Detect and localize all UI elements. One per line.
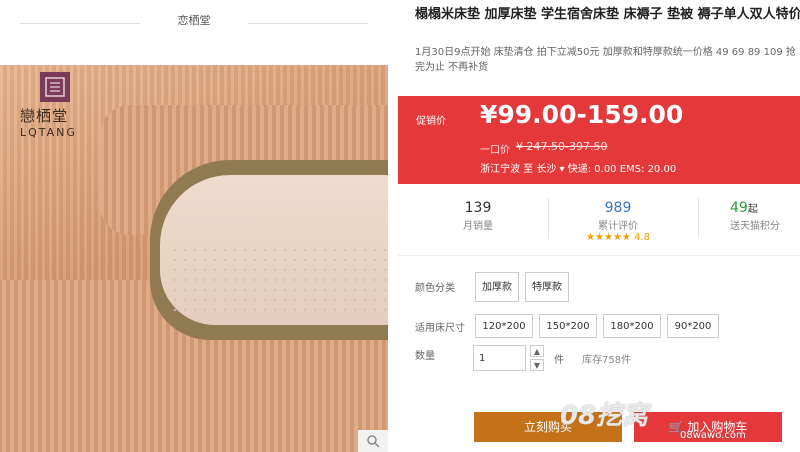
- tmall-points: 49起 送天猫积分: [708, 200, 800, 232]
- product-subtitle: 1月30日9点开始 床垫清仓 拍下立减50元 加厚款和特厚款统一价格 49 69…: [415, 47, 796, 73]
- product-gallery: 恋栖堂 戀栖堂 LQTANG: [0, 0, 388, 452]
- size-option-150[interactable]: 150*200: [539, 314, 597, 338]
- price-panel: 促销价 ¥99.00-159.00 一口价 ¥ 247.50-397.50 浙江…: [398, 96, 800, 184]
- reviews[interactable]: 989 累计评价 ★★★★★ 4.8: [558, 200, 678, 243]
- quantity-down-icon[interactable]: ▼: [530, 359, 544, 371]
- points-value: 49: [730, 200, 748, 216]
- product-title: 榻榻米床垫 加厚床垫 学生宿舍床垫 床褥子 垫被 褥子单人双人特价: [415, 7, 800, 22]
- quantity-unit: 件: [554, 355, 564, 366]
- monthly-sales-value: 139: [464, 200, 492, 216]
- points-label: 送天猫积分: [730, 221, 780, 232]
- product-detail: 榻榻米床垫 加厚床垫 学生宿舍床垫 床褥子 垫被 褥子单人双人特价 1月30日9…: [398, 0, 800, 452]
- dotted-pattern: [170, 245, 388, 315]
- promo-label: 促销价: [416, 116, 446, 127]
- points-suffix: 起: [747, 204, 758, 215]
- seal-icon: [40, 72, 70, 102]
- original-price: ¥ 247.50-397.50: [516, 140, 608, 153]
- shipping-info[interactable]: 浙江宁波 至 长沙 ▾ 快递: 0.00 EMS: 20.00: [480, 160, 676, 175]
- watermark: 08挖窝: [560, 401, 649, 431]
- divider: [248, 23, 368, 24]
- size-option-120[interactable]: 120*200: [475, 314, 533, 338]
- color-label: 颜色分类: [415, 283, 455, 294]
- divider: [548, 198, 549, 238]
- size-label: 适用床尺寸: [415, 323, 465, 334]
- size-option-180[interactable]: 180*200: [603, 314, 661, 338]
- reviews-label: 累计评价: [598, 221, 638, 232]
- rating-stars: ★★★★★ 4.8: [586, 232, 650, 243]
- color-option-extra-thick[interactable]: 特厚款: [525, 272, 569, 302]
- quantity-label: 数量: [415, 351, 435, 362]
- size-option-90[interactable]: 90*200: [667, 314, 719, 338]
- brand-logo: 戀栖堂 LQTANG: [20, 72, 90, 139]
- zoom-icon[interactable]: [358, 430, 388, 452]
- sales-stats: 139 月销量 989 累计评价 ★★★★★ 4.8 49起 送天猫积分: [398, 184, 800, 256]
- store-name[interactable]: 恋栖堂: [0, 12, 388, 28]
- reviews-value: 989: [604, 200, 632, 216]
- original-price-label: 一口价: [480, 145, 510, 156]
- logo-english: LQTANG: [20, 126, 77, 139]
- stock-count: 库存758件: [582, 355, 632, 366]
- monthly-sales: 139 月销量: [418, 200, 538, 232]
- watermark-url: 08wawo.com: [680, 430, 746, 441]
- color-option-thick[interactable]: 加厚款: [475, 272, 519, 302]
- promo-price: ¥99.00-159.00: [480, 100, 684, 129]
- logo-chinese: 戀栖堂: [20, 107, 69, 125]
- monthly-sales-label: 月销量: [463, 221, 493, 232]
- quantity-input[interactable]: 1: [473, 345, 526, 371]
- quantity-up-icon[interactable]: ▲: [530, 345, 544, 357]
- divider: [698, 198, 699, 238]
